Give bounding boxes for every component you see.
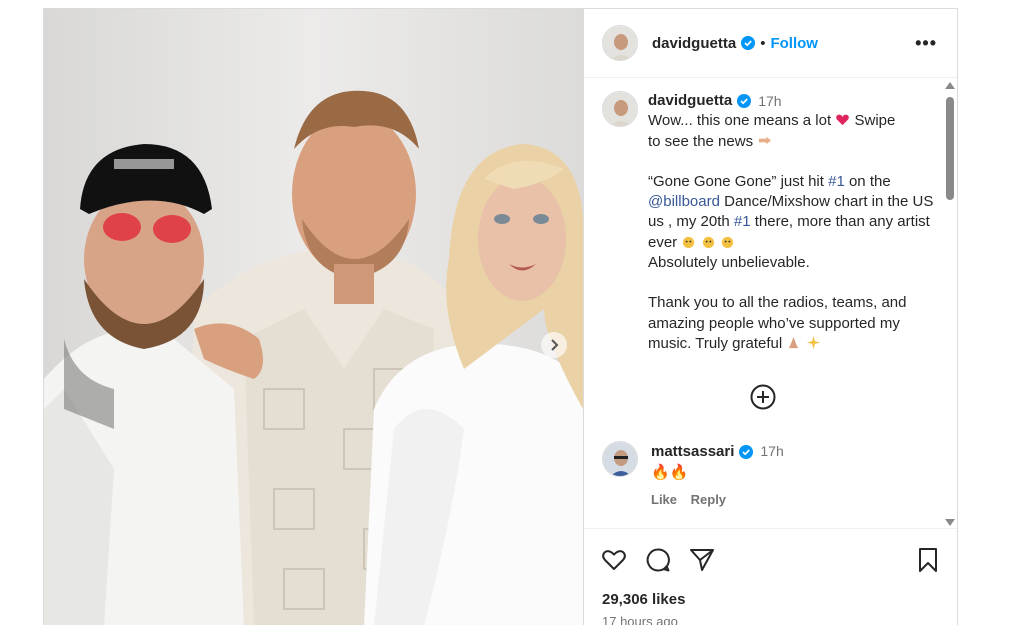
verified-badge-icon bbox=[741, 36, 756, 50]
comment-header: mattsassari 17h bbox=[651, 441, 784, 462]
bookmark-icon[interactable] bbox=[914, 546, 942, 574]
comments-scroll-area[interactable]: davidguetta 17h Wow... this one means a … bbox=[584, 79, 957, 529]
caption-body: davidguetta 17h Wow... this one means a … bbox=[648, 91, 938, 354]
caption-paragraph-1: Wow... this one means a lot Swipe to see… bbox=[648, 111, 938, 152]
comment-icon[interactable] bbox=[644, 546, 672, 574]
chevron-right-icon bbox=[551, 339, 559, 351]
caption-text: Swipe bbox=[850, 112, 896, 130]
exploding-head-emoji-icon bbox=[702, 236, 714, 248]
comment-time[interactable]: 17h bbox=[760, 441, 783, 462]
exploding-head-emoji-icon bbox=[721, 236, 733, 248]
scroll-up-arrow[interactable] bbox=[945, 82, 955, 89]
exploding-head-emoji-icon bbox=[683, 236, 695, 248]
comment-reply-button[interactable]: Reply bbox=[691, 492, 726, 507]
avatar-image bbox=[603, 92, 637, 126]
pointing-hand-emoji-icon bbox=[759, 136, 772, 144]
post-time-ago[interactable]: 17 hours ago bbox=[602, 614, 678, 625]
comment-body: mattsassari 17h 🔥🔥 Like Reply bbox=[651, 441, 784, 510]
separator-dot: • bbox=[760, 34, 766, 52]
hashtag-link[interactable]: #1 bbox=[734, 213, 751, 230]
caption-avatar[interactable] bbox=[602, 91, 638, 127]
author-avatar[interactable] bbox=[602, 25, 638, 61]
caption-text: Wow... this one means a lot bbox=[648, 112, 836, 130]
commenter-avatar[interactable] bbox=[602, 441, 638, 477]
comment-username[interactable]: mattsassari bbox=[651, 441, 734, 462]
caption-text: Thank you to all the radios, teams, and … bbox=[648, 294, 907, 352]
caption-header: davidguetta 17h bbox=[648, 91, 938, 111]
post-header: davidguetta • Follow ••• bbox=[584, 9, 957, 78]
next-photo-button[interactable] bbox=[541, 332, 567, 358]
verified-badge-icon bbox=[737, 94, 752, 109]
post-caption: davidguetta 17h Wow... this one means a … bbox=[602, 91, 942, 354]
comment-like-button[interactable]: Like bbox=[651, 492, 677, 507]
likes-count[interactable]: 29,306 likes bbox=[602, 591, 685, 608]
caption-paragraph-2: “Gone Gone Gone” just hit #1 on the @bil… bbox=[648, 172, 938, 273]
mention-link[interactable]: @billboard bbox=[648, 193, 720, 210]
sparkles-emoji-icon bbox=[806, 335, 820, 350]
post-photo bbox=[44, 9, 583, 625]
caption-time[interactable]: 17h bbox=[758, 91, 781, 111]
avatar-image bbox=[603, 26, 637, 60]
scrollbar-thumb[interactable] bbox=[946, 97, 954, 200]
instagram-post: davidguetta • Follow ••• davidguetta 17h… bbox=[43, 8, 958, 625]
comment-actions: Like Reply bbox=[651, 489, 784, 510]
load-more-comments-button[interactable] bbox=[749, 383, 777, 411]
heart-emoji-icon bbox=[836, 114, 850, 126]
heart-icon[interactable] bbox=[600, 546, 628, 574]
caption-text: to see the news bbox=[648, 132, 758, 150]
author-username[interactable]: davidguetta bbox=[652, 35, 736, 52]
post-actions: 29,306 likes 17 hours ago bbox=[584, 530, 957, 625]
comment-item: mattsassari 17h 🔥🔥 Like Reply bbox=[602, 441, 932, 510]
scrollbar[interactable] bbox=[941, 79, 957, 528]
praying-hands-emoji-icon bbox=[789, 336, 799, 349]
more-options-button[interactable]: ••• bbox=[915, 33, 937, 54]
caption-text: on the bbox=[844, 172, 891, 190]
verified-badge-icon bbox=[739, 444, 754, 459]
caption-paragraph-3: Thank you to all the radios, teams, and … bbox=[648, 293, 938, 354]
post-side-panel: davidguetta • Follow ••• davidguetta 17h… bbox=[583, 9, 957, 625]
hashtag-link[interactable]: #1 bbox=[828, 173, 845, 190]
caption-text: “Gone Gone Gone” just hit bbox=[648, 172, 829, 190]
share-icon[interactable] bbox=[688, 546, 716, 574]
post-media[interactable] bbox=[44, 9, 583, 625]
scroll-down-arrow[interactable] bbox=[945, 519, 955, 526]
caption-username[interactable]: davidguetta bbox=[648, 91, 732, 111]
avatar-image bbox=[603, 442, 637, 476]
caption-text: Absolutely unbelievable. bbox=[648, 254, 810, 272]
follow-button[interactable]: Follow bbox=[770, 35, 818, 52]
comment-text: 🔥🔥 bbox=[651, 464, 689, 481]
